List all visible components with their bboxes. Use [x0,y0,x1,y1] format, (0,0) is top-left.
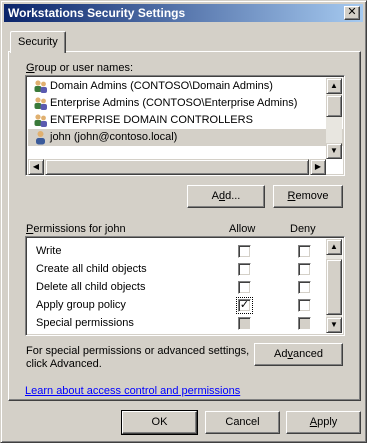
allow-checkbox[interactable] [238,281,251,294]
permission-row: Write [28,242,338,260]
group-icon [34,97,47,110]
group-list-label: Group or user names: [26,62,133,74]
permissions-vscrollbar[interactable]: ▲ ▼ [326,239,342,333]
scroll-left-icon[interactable]: ◀ [28,159,44,175]
allow-column-header: Allow [229,223,256,235]
permission-row: Create all child objects [28,260,338,278]
permission-name: Special permissions [36,317,134,329]
permission-name: Delete all child objects [36,281,146,293]
learn-more-link[interactable]: Learn about access control and permissio… [25,385,240,397]
deny-checkbox[interactable] [298,281,311,294]
perm-scroll-up-icon[interactable]: ▲ [326,239,342,255]
list-item[interactable]: Domain Admins (CONTOSO\Domain Admins) [28,78,344,95]
list-item-label: Domain Admins (CONTOSO\Domain Admins) [50,80,273,92]
advanced-note: For special permissions or advanced sett… [26,345,250,370]
group-list-vscrollbar[interactable]: ▲ ▼ [326,78,342,159]
title-bar[interactable]: Workstations Security Settings ✕ [4,4,363,22]
deny-checkbox[interactable] [298,299,311,312]
tab-security[interactable]: Security [10,31,66,53]
list-item-label: Enterprise Admins (CONTOSO\Enterprise Ad… [50,97,298,109]
permission-name: Create all child objects [36,263,147,275]
list-item-label: ENTERPRISE DOMAIN CONTROLLERS [50,114,253,126]
scroll-thumb[interactable] [326,95,342,117]
allow-checkbox [238,317,251,330]
add-button[interactable]: Add... [187,185,265,208]
group-icon [34,80,47,93]
security-settings-dialog: Workstations Security Settings ✕ Securit… [0,0,367,443]
tab-security-label: Security [18,36,58,48]
scroll-up-icon[interactable]: ▲ [326,78,342,94]
allow-checkbox[interactable]: ✓ [236,297,253,314]
permission-name: Write [36,245,62,257]
scroll-right-icon[interactable]: ▶ [310,159,326,175]
hscroll-thumb[interactable] [45,159,309,175]
permissions-list[interactable]: Write Create all child objects Delete all … [25,236,345,336]
advanced-button[interactable]: Advanced [254,343,343,366]
allow-checkbox[interactable] [238,245,251,258]
apply-button[interactable]: Apply [286,411,361,434]
deny-column-header: Deny [290,223,316,235]
window-title: Workstations Security Settings [8,6,186,20]
permissions-label: Permissions for john [26,223,126,235]
deny-checkbox[interactable] [298,263,311,276]
perm-scroll-thumb[interactable] [326,259,342,315]
list-item[interactable]: Enterprise Admins (CONTOSO\Enterprise Ad… [28,95,344,112]
ok-button[interactable]: OK [121,410,198,435]
permission-name: Apply group policy [36,299,126,311]
user-icon [36,131,45,145]
deny-checkbox[interactable] [298,245,311,258]
list-item[interactable]: ENTERPRISE DOMAIN CONTROLLERS [28,112,344,129]
group-icon [34,114,47,127]
perm-scroll-down-icon[interactable]: ▼ [326,317,342,333]
allow-checkbox[interactable] [238,263,251,276]
remove-button[interactable]: Remove [273,185,343,208]
close-icon[interactable]: ✕ [344,6,360,20]
permission-row: Special permissions [28,314,338,332]
cancel-button[interactable]: Cancel [205,411,280,434]
permission-row: Apply group policy ✓ [28,296,338,314]
deny-checkbox [298,317,311,330]
list-item[interactable]: john (john@contoso.local) [28,129,344,146]
permission-row: Delete all child objects [28,278,338,296]
scroll-down-icon[interactable]: ▼ [326,143,342,159]
group-user-list[interactable]: Domain Admins (CONTOSO\Domain Admins) Ent… [25,75,345,176]
list-item-label: john (john@contoso.local) [50,131,178,143]
group-list-hscrollbar[interactable]: ◀ ▶ [28,159,326,175]
